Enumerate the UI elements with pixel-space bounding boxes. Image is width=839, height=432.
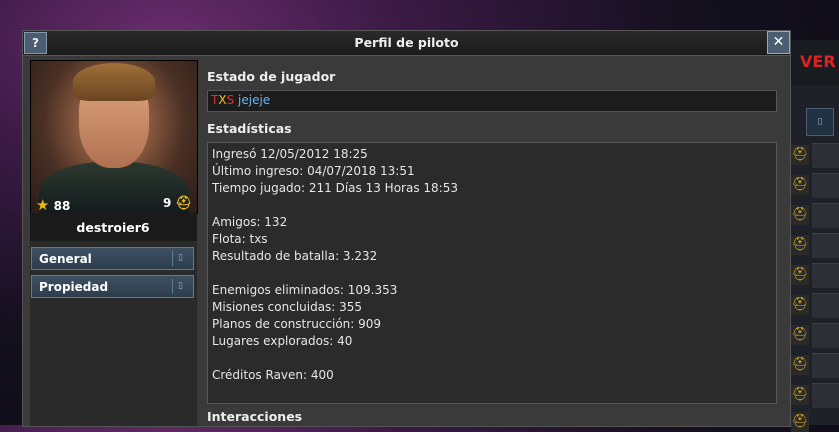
stat-gap — [212, 265, 772, 282]
stat-line: Amigos: 132 — [212, 215, 288, 229]
rank-cell — [812, 293, 839, 318]
stats-box: Ingresó 12/05/2012 18:25 Último ingreso:… — [207, 142, 777, 404]
rank-icon: ⛑ — [791, 355, 809, 375]
stat-line: Lugares explorados: 40 — [212, 334, 353, 348]
status-message: jejeje — [238, 93, 271, 107]
rank-badge: 9 ⛑ — [163, 196, 192, 211]
stat-line: Último ingreso: 04/07/2018 13:51 — [212, 164, 415, 178]
stat-line: Enemigos eliminados: 109.353 — [212, 283, 398, 297]
rank-icon: ⛑ — [791, 412, 809, 432]
background-red-label: VER — [800, 52, 836, 71]
stat-gap — [212, 350, 772, 367]
pilot-portrait: ★ 88 9 ⛑ — [30, 60, 198, 214]
interactions-heading: Interacciones — [207, 409, 303, 424]
rank-icon: ⛑ — [791, 295, 809, 315]
profile-sidebar: ★ 88 9 ⛑ destroier6 General ▯ Propiedad … — [30, 60, 198, 426]
rank-cell — [812, 233, 839, 258]
rank-helmet-icon: ⛑ — [175, 196, 192, 211]
rank-icon: ⛑ — [791, 175, 809, 195]
stat-gap — [212, 197, 772, 214]
rank-icon: ⛑ — [791, 385, 809, 405]
nav-propiedad[interactable]: Propiedad ▯ — [31, 275, 194, 298]
rank-cell — [812, 173, 839, 198]
fleet-tag-letter: X — [218, 93, 227, 107]
level-value: 88 — [53, 199, 71, 213]
expand-icon: ▯ — [172, 251, 188, 266]
expand-icon: ▯ — [172, 279, 188, 294]
nav-propiedad-label: Propiedad — [39, 280, 109, 294]
fleet-tag-letter: S — [226, 93, 235, 107]
stat-line: Flota: txs — [212, 232, 268, 246]
rank-icon: ⛑ — [791, 205, 809, 225]
stat-line: Ingresó 12/05/2012 18:25 — [212, 147, 368, 161]
rank-cell — [812, 263, 839, 288]
window-title: Perfil de piloto — [354, 35, 459, 50]
stat-line: Planos de construcción: 909 — [212, 317, 382, 331]
help-button[interactable]: ? — [24, 32, 47, 54]
rank-value: 9 — [162, 196, 172, 210]
rank-cell — [812, 353, 839, 378]
close-button[interactable]: ✕ — [767, 31, 790, 54]
nav-general-label: General — [39, 252, 92, 266]
rank-icon: ⛑ — [791, 265, 809, 285]
rank-cell — [812, 143, 839, 168]
rank-cell — [812, 203, 839, 228]
nav-general[interactable]: General ▯ — [31, 247, 194, 270]
rank-cell — [812, 383, 839, 408]
portrait-hair — [73, 63, 155, 101]
level-badge: ★ 88 — [36, 196, 71, 214]
profile-content: Estado de jugador TXS jejeje Estadística… — [200, 60, 785, 426]
stat-line: Créditos Raven: 400 — [212, 368, 334, 382]
status-box: TXS jejeje — [207, 90, 777, 112]
rank-cell — [812, 323, 839, 348]
background-icon-button[interactable]: ▯ — [806, 108, 834, 136]
status-heading: Estado de jugador — [207, 69, 336, 84]
stat-line: Tiempo jugado: 211 Días 13 Horas 18:53 — [212, 181, 458, 195]
stat-line: Misiones concluidas: 355 — [212, 300, 363, 314]
rank-icon: ⛑ — [791, 325, 809, 345]
rank-icon: ⛑ — [791, 145, 809, 165]
rank-icon: ⛑ — [791, 235, 809, 255]
star-icon: ★ — [36, 196, 50, 214]
stats-heading: Estadísticas — [207, 121, 292, 136]
username: destroier6 — [76, 220, 150, 235]
titlebar: Perfil de piloto ? ✕ — [23, 31, 790, 56]
stat-line: Resultado de batalla: 3.232 — [212, 249, 378, 263]
pilot-profile-window: Perfil de piloto ? ✕ ★ 88 9 ⛑ destroier6… — [22, 30, 791, 427]
